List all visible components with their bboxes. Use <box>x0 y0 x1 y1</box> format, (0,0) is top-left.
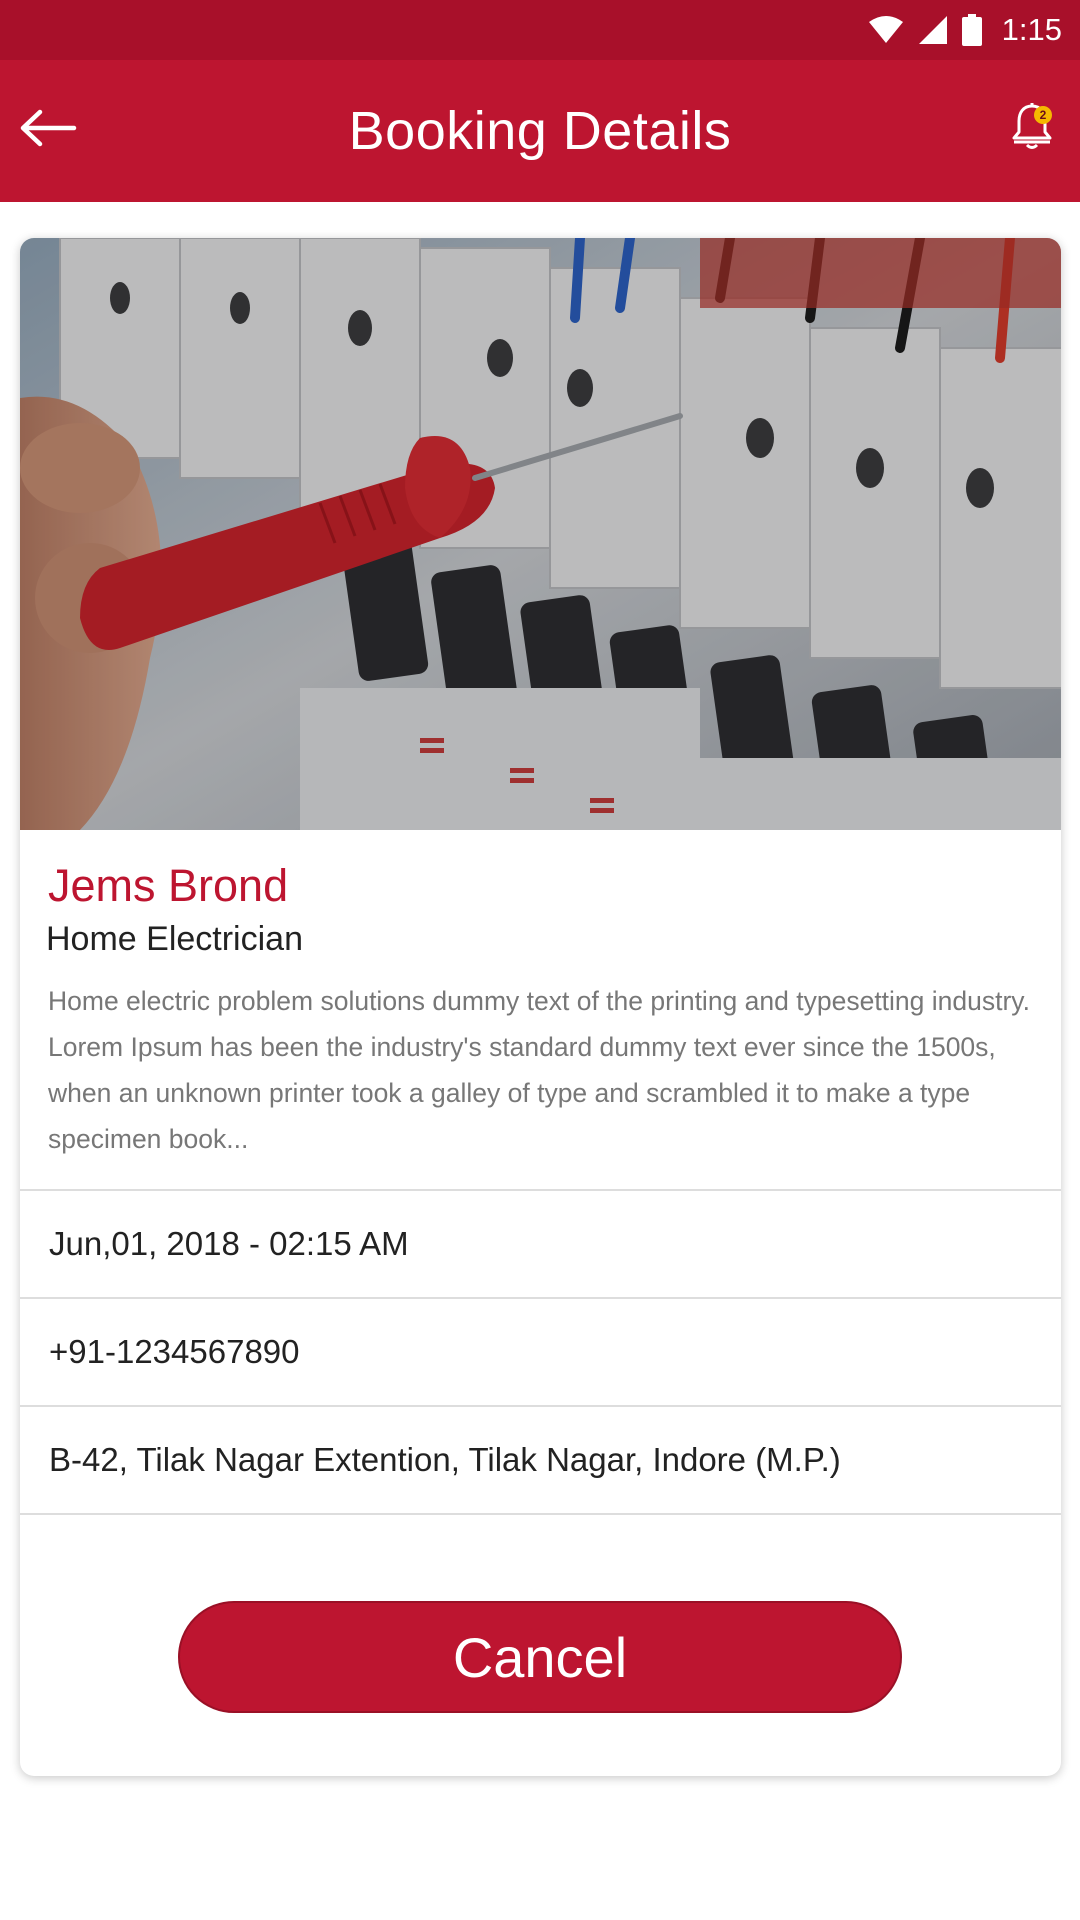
cancel-button[interactable]: Cancel <box>178 1601 902 1713</box>
phone-row[interactable]: +91-1234567890 <box>20 1297 1061 1405</box>
phone-number: +91-1234567890 <box>49 1333 300 1370</box>
service-image <box>20 238 1061 830</box>
status-time: 1:15 <box>1001 12 1062 47</box>
address-row: B-42, Tilak Nagar Extention, Tilak Nagar… <box>20 1405 1061 1513</box>
notifications-button[interactable]: 2 <box>1000 96 1064 160</box>
address: B-42, Tilak Nagar Extention, Tilak Nagar… <box>49 1441 841 1478</box>
booking-card: Jems Brond Home Electrician Home electri… <box>20 238 1061 1776</box>
battery-icon <box>961 14 982 46</box>
page-title: Booking Details <box>348 101 732 161</box>
divider <box>20 1513 1061 1515</box>
status-bar: 1:15 <box>0 0 1080 60</box>
provider-name: Jems Brond <box>48 860 289 911</box>
cell-signal-icon <box>918 15 948 45</box>
provider-role: Home Electrician <box>46 920 303 958</box>
arrow-left-icon <box>18 108 78 153</box>
booking-datetime: Jun,01, 2018 - 02:15 AM <box>49 1225 409 1262</box>
booking-datetime-row: Jun,01, 2018 - 02:15 AM <box>20 1189 1061 1297</box>
back-button[interactable] <box>16 98 80 162</box>
wifi-icon <box>868 16 904 44</box>
notification-badge: 2 <box>1034 106 1052 124</box>
app-bar: Booking Details 2 <box>0 60 1080 202</box>
provider-description: Home electric problem solutions dummy te… <box>48 986 1030 1154</box>
